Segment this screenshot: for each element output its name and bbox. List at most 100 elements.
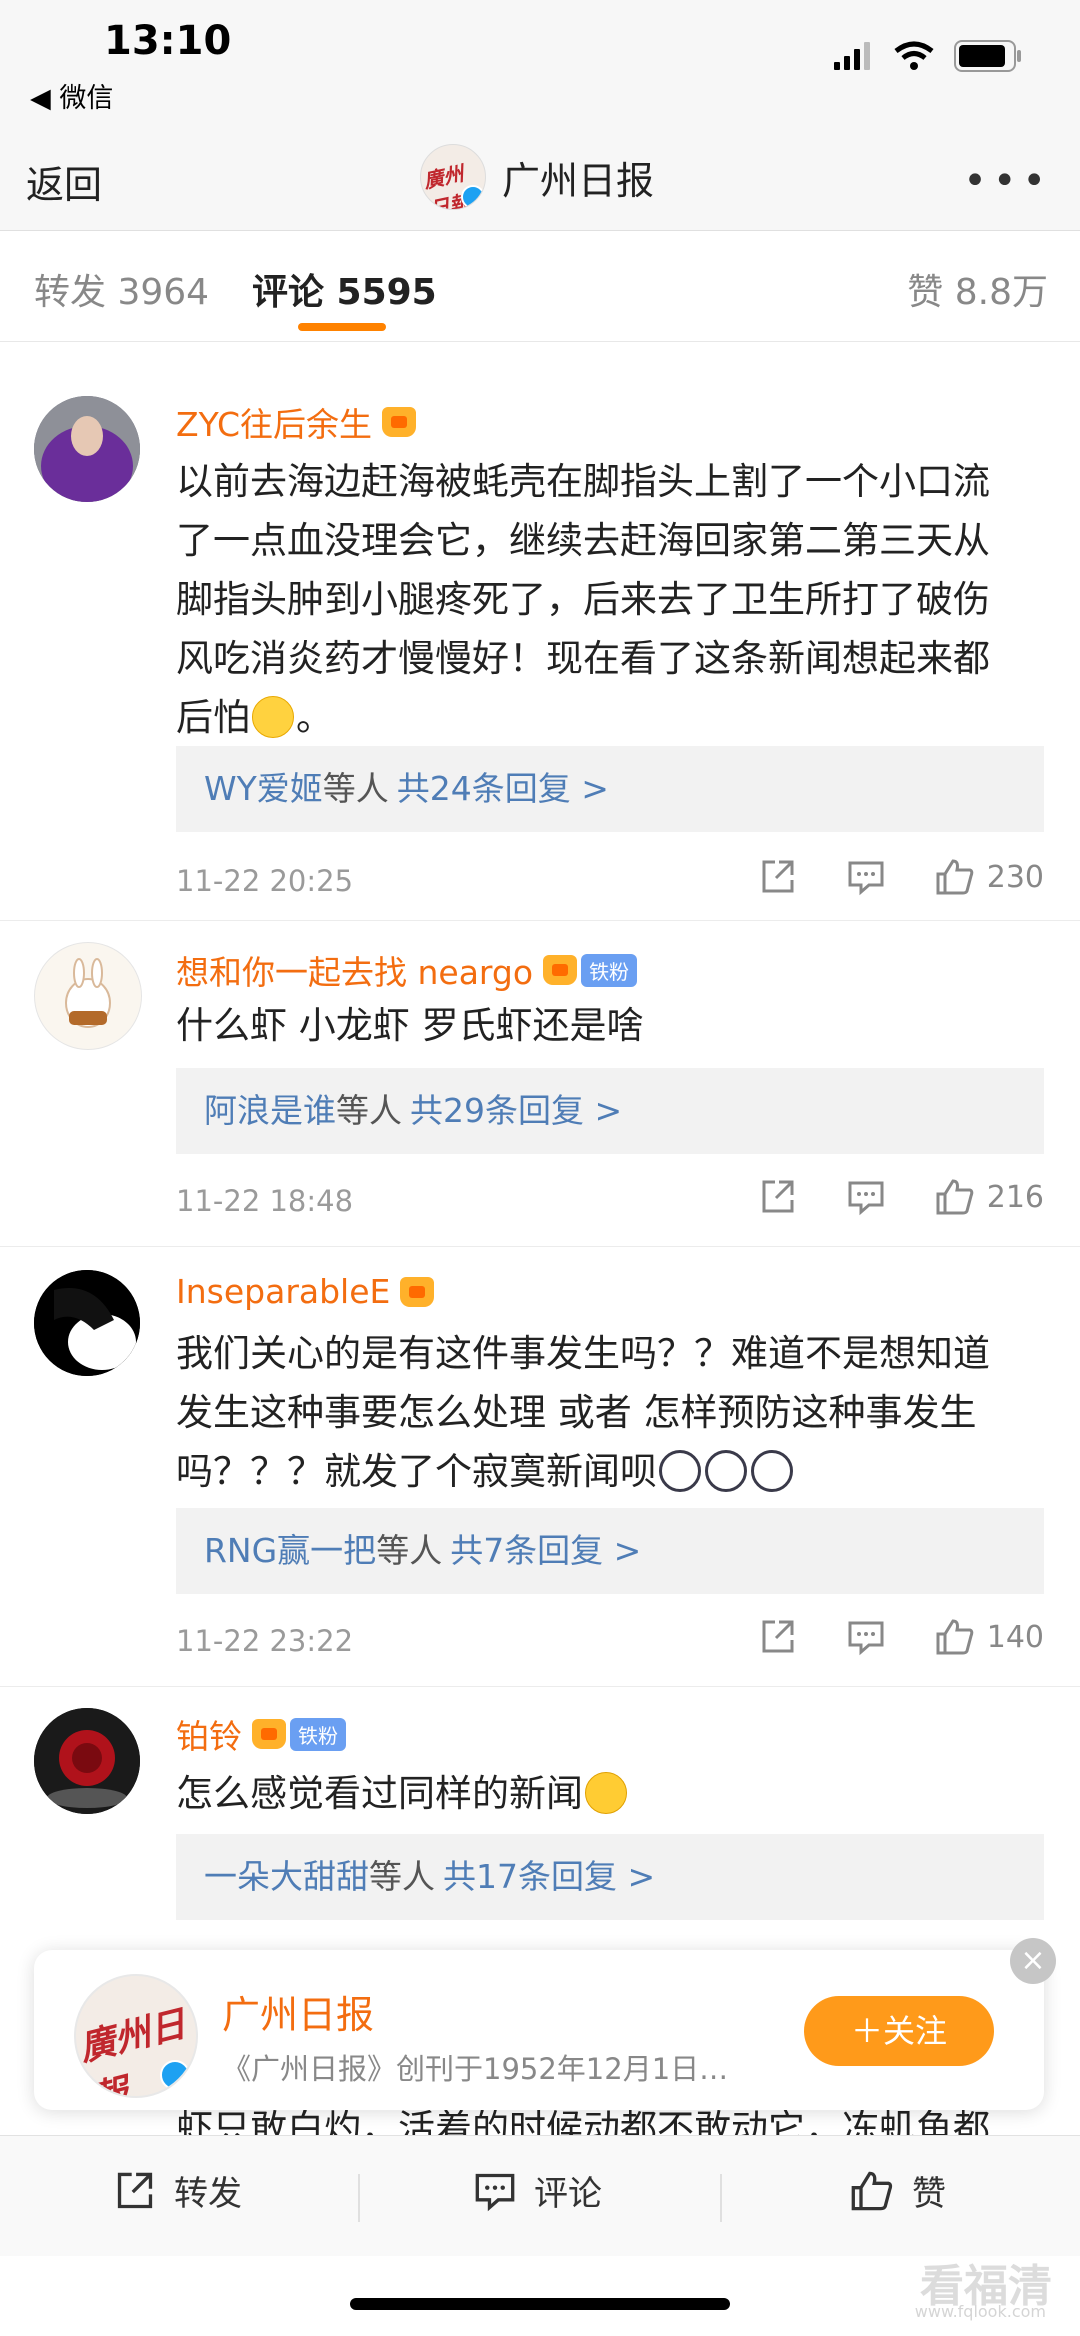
- author-name[interactable]: 铂铃: [176, 1710, 242, 1758]
- replies-preview[interactable]: 一朵大甜甜等人 共17条回复 >: [176, 1834, 1044, 1920]
- crown-icon: [400, 1276, 435, 1307]
- reply-total[interactable]: 共29条回复 >: [410, 1091, 622, 1130]
- like-icon: [851, 2171, 893, 2210]
- share-icon: [762, 1620, 794, 1653]
- wifi-icon: [894, 41, 934, 70]
- crown-icon: [543, 955, 578, 985]
- comment-item: 想和你一起去找 neargo 铁粉 什么虾 小龙虾 罗氏虾还是啥 阿浪是谁等人共…: [0, 920, 1080, 1247]
- replies-preview[interactable]: RNG赢一把等人 共7条回复 >: [176, 1508, 1044, 1594]
- share-button[interactable]: [759, 1618, 797, 1656]
- comment-text: 我们关心的是有这件事发生吗？？难道不是想知道 发生这种事要怎么处理 或者 怎样预…: [176, 1324, 1036, 1501]
- replies-preview[interactable]: 阿浪是谁等人 共29条回复 >: [176, 1068, 1044, 1154]
- nav-bar: 返回 廣州日報 广州日报 •••: [0, 130, 1080, 231]
- avatar[interactable]: [34, 1270, 140, 1376]
- tab-like[interactable]: 赞 8.8万: [907, 263, 1048, 315]
- fan-badge: 铁粉: [581, 953, 638, 987]
- laughing-emoji-icon: [585, 1772, 627, 1814]
- reply-button[interactable]: [847, 1618, 885, 1656]
- tab-bar: 转发 3964 评论 5595 赞 8.8万: [0, 231, 1080, 342]
- like-icon: [936, 1179, 974, 1215]
- like-button[interactable]: 赞: [850, 2166, 946, 2215]
- comment-actions: 230: [709, 858, 1044, 896]
- author-name[interactable]: ZYC往后余生: [176, 398, 372, 446]
- follow-card[interactable]: 廣州日報 广州日报 《广州日报》创刊于1952年12月1日… ＋关注 ×: [34, 1938, 1056, 2110]
- reply-total[interactable]: 共24条回复 >: [397, 769, 609, 808]
- like-button[interactable]: 216: [935, 1178, 1044, 1216]
- repost-button[interactable]: 转发: [114, 2166, 242, 2215]
- avatar[interactable]: [34, 942, 142, 1050]
- avatar-image: [65, 958, 111, 1028]
- reply-button[interactable]: [847, 858, 885, 896]
- crown-icon: [382, 407, 417, 437]
- active-tab-indicator: [298, 323, 386, 331]
- back-to-wechat[interactable]: ◀ 微信: [30, 76, 113, 115]
- comment-actions: 140: [709, 1618, 1044, 1656]
- tab-comment[interactable]: 评论 5595: [252, 263, 437, 315]
- close-icon[interactable]: ×: [1010, 1938, 1056, 1984]
- avatar-image: [34, 1708, 140, 1814]
- comment-author[interactable]: ZYC往后余生: [176, 398, 417, 446]
- reply-etc: 等人: [376, 1531, 443, 1570]
- like-button[interactable]: 230: [935, 858, 1044, 896]
- comment-author[interactable]: InseparableE: [176, 1272, 435, 1311]
- avatar-image: [34, 396, 140, 502]
- follow-card-name[interactable]: 广州日报: [222, 1984, 374, 2039]
- avatar[interactable]: [34, 1708, 140, 1814]
- reply-user[interactable]: 阿浪是谁: [204, 1091, 336, 1130]
- share-button[interactable]: [759, 1178, 797, 1216]
- reply-user[interactable]: RNG赢一把: [204, 1531, 376, 1570]
- like-count: 230: [986, 859, 1044, 895]
- comment-icon: [848, 861, 884, 896]
- comment-footer: 11-22 18:48 216: [176, 1178, 1044, 1228]
- divider: [720, 2174, 722, 2222]
- dog-emoji-icon: [751, 1450, 793, 1492]
- tab-repost[interactable]: 转发 3964: [34, 263, 209, 315]
- verified-badge-icon: [160, 2060, 190, 2090]
- comment-line-text: 怎么感觉看过同样的新闻: [176, 1772, 583, 1815]
- comment-line: 以前去海边赶海被蚝壳在脚指头上割了一个小口流: [176, 460, 990, 503]
- comment-text: 什么虾 小龙虾 罗氏虾还是啥: [176, 1004, 644, 1047]
- pinched-fingers-emoji-icon: [252, 696, 294, 738]
- comment-line-text: 后怕: [176, 696, 250, 739]
- like-button[interactable]: 140: [935, 1618, 1044, 1656]
- reply-etc: 等人: [322, 769, 389, 808]
- share-icon: [762, 860, 794, 893]
- page-title: 广州日报: [502, 158, 655, 203]
- comment-button[interactable]: 评论: [474, 2166, 602, 2215]
- comment-line: 发生这种事要怎么处理 或者 怎样预防这种事发生: [176, 1391, 977, 1434]
- more-icon[interactable]: •••: [963, 158, 1052, 204]
- share-button[interactable]: [759, 858, 797, 896]
- reply-total[interactable]: 共7条回复 >: [450, 1531, 641, 1570]
- comment-author[interactable]: 想和你一起去找 neargo 铁粉: [176, 946, 638, 994]
- reply-total[interactable]: 共17条回复 >: [443, 1857, 655, 1896]
- author-name[interactable]: InseparableE: [176, 1272, 390, 1311]
- account-avatar[interactable]: 廣州日報: [420, 144, 486, 210]
- back-button[interactable]: 返回: [26, 154, 102, 209]
- bottom-action-bar: 转发 评论 赞: [0, 2135, 1080, 2256]
- follow-card-desc: 《广州日报》创刊于1952年12月1日…: [222, 2052, 729, 2086]
- follow-button[interactable]: ＋关注: [804, 1996, 994, 2066]
- comment-author[interactable]: 铂铃 铁粉: [176, 1710, 346, 1758]
- avatar[interactable]: [34, 396, 140, 502]
- reply-user[interactable]: 一朵大甜甜: [204, 1857, 369, 1896]
- author-name[interactable]: 想和你一起去找 neargo: [176, 946, 533, 994]
- comment-actions: 216: [709, 1178, 1044, 1216]
- repost-label: 转发: [174, 2174, 242, 2214]
- comment-icon: [848, 1621, 884, 1656]
- comment-icon: [848, 1181, 884, 1216]
- like-count: 216: [986, 1179, 1044, 1215]
- reply-button[interactable]: [847, 1178, 885, 1216]
- comment-line: 脚指头肿到小腿疼死了，后来去了卫生所打了破伤: [176, 578, 990, 621]
- comment-line: 了一点血没理会它，继续去赶海回家第二第三天从: [176, 519, 990, 562]
- home-indicator[interactable]: [350, 2298, 730, 2310]
- crown-icon: [252, 1719, 286, 1749]
- replies-preview[interactable]: WY爱姬等人 共24条回复 >: [176, 746, 1044, 832]
- reply-user[interactable]: WY爱姬: [204, 769, 323, 808]
- divider: [358, 2174, 360, 2222]
- nav-account[interactable]: 廣州日報 广州日报: [420, 144, 654, 210]
- like-label: 赞: [912, 2174, 946, 2214]
- comment-line: 后怕 。: [176, 688, 1036, 747]
- follow-card-avatar[interactable]: 廣州日報: [74, 1974, 198, 2098]
- status-bar: 13:10 ◀ 微信: [0, 0, 1080, 130]
- comment-time: 11-22 20:25: [176, 864, 354, 898]
